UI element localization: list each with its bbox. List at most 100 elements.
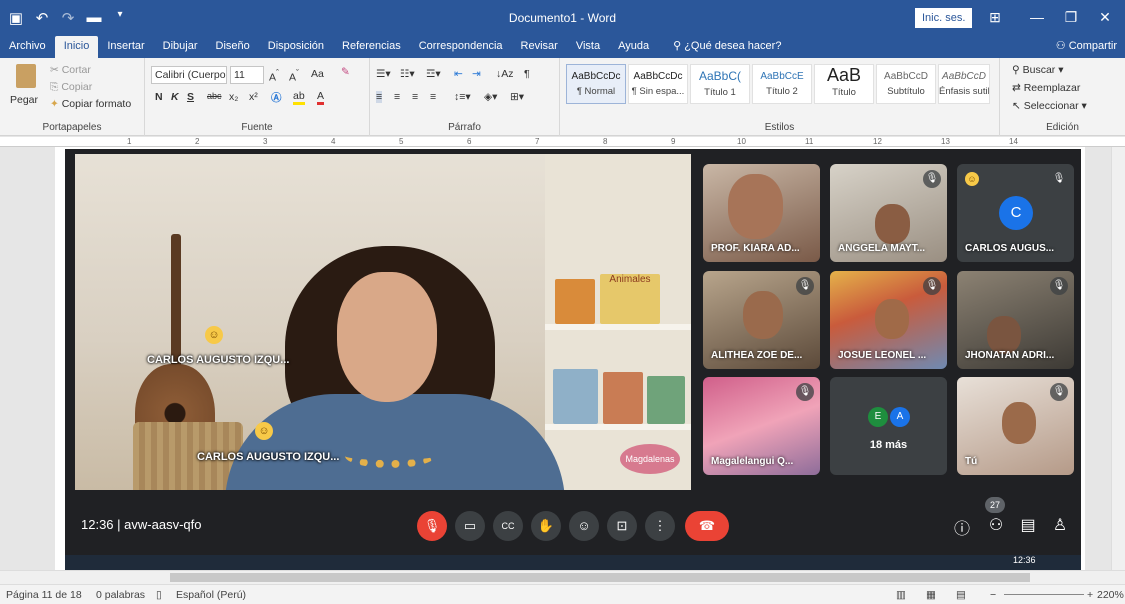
self-view-tile[interactable]: 🎙 Tú [957, 377, 1074, 475]
zoom-in-button[interactable]: + [1087, 589, 1093, 601]
meeting-info: 12:36 | avw-aasv-qfo [81, 517, 201, 532]
pasted-meet-screenshot[interactable]: Animales Magdalenas ☺ CARLOS AUGUSTO IZQ… [65, 149, 1081, 570]
style-subtle-emphasis[interactable]: AaBbCcD Énfasis sutil [938, 64, 990, 104]
justify-icon[interactable]: ≡ [430, 91, 436, 103]
style-subtitle[interactable]: AaBbCcD Subtítulo [876, 64, 936, 104]
show-marks-icon[interactable]: ¶ [524, 68, 530, 80]
style-normal[interactable]: AaBbCcDc ¶ Normal [566, 64, 626, 104]
align-left-icon[interactable]: ≡ [376, 91, 383, 103]
highlight-icon[interactable]: ab [293, 90, 305, 105]
language[interactable]: Español (Perú) [176, 589, 246, 601]
decrease-indent-icon[interactable]: ⇤ [454, 68, 463, 80]
participant-tile[interactable]: 🎙 ALITHEA ZOE DE... [703, 271, 820, 369]
sort-icon[interactable]: ↓Az [496, 68, 514, 80]
bullets-icon[interactable]: ☰▾ [376, 68, 391, 80]
vertical-scrollbar[interactable] [1111, 147, 1125, 570]
tab-insertar[interactable]: Insertar [98, 36, 153, 58]
word-count[interactable]: 0 palabras [96, 589, 145, 601]
paste-button[interactable]: Pegar [10, 94, 38, 106]
font-name-combo[interactable]: Calibri (Cuerpo [151, 66, 227, 84]
clear-format-icon[interactable]: ✎ [341, 66, 350, 78]
tab-disposicion[interactable]: Disposición [259, 36, 333, 58]
grow-font-button[interactable]: Aˆ [269, 68, 279, 84]
find-button[interactable]: ⚲ Buscar ▾ [1012, 64, 1064, 76]
tab-referencias[interactable]: Referencias [333, 36, 410, 58]
participant-tile[interactable]: PROF. KIARA AD... [703, 164, 820, 262]
tab-correspondencia[interactable]: Correspondencia [410, 36, 512, 58]
chat-icon[interactable]: ▤ [1017, 515, 1039, 535]
line-spacing-icon[interactable]: ↕≡▾ [454, 91, 471, 103]
zoom-level[interactable]: 220% [1097, 589, 1124, 601]
align-center-icon[interactable]: ≡ [394, 91, 400, 103]
align-right-icon[interactable]: ≡ [412, 91, 418, 103]
tab-diseno[interactable]: Diseño [207, 36, 259, 58]
strikethrough-button[interactable]: abc [207, 91, 222, 101]
mic-off-button[interactable]: 🎙 [417, 511, 447, 541]
change-case-button[interactable]: Aa [311, 68, 324, 80]
cut-button[interactable]: ✂ Cortar [50, 64, 91, 76]
select-button[interactable]: ↖ Seleccionar ▾ [1012, 100, 1087, 112]
shrink-font-button[interactable]: Aˇ [289, 68, 299, 84]
captions-button[interactable]: CC [493, 511, 523, 541]
ruler[interactable]: 1 2 3 4 5 6 7 8 9 10 11 12 13 14 [0, 137, 1125, 147]
print-layout-icon[interactable]: ▦ [926, 589, 936, 601]
activities-icon[interactable]: ♙ [1049, 515, 1071, 535]
shading-icon[interactable]: ◈▾ [484, 91, 497, 103]
present-button[interactable]: ⊡ [607, 511, 637, 541]
share-button[interactable]: ⚇ Compartir [1056, 39, 1117, 52]
style-heading-1[interactable]: AaBbC( Título 1 [690, 64, 750, 104]
tell-me-box[interactable]: ⚲ ¿Qué desea hacer? [664, 36, 790, 58]
close-button[interactable]: ✕ [1095, 9, 1115, 26]
tab-inicio[interactable]: Inicio [54, 36, 99, 58]
ribbon-display-options-icon[interactable]: ⊞ [985, 9, 1005, 26]
tab-vista[interactable]: Vista [567, 36, 609, 58]
page-count[interactable]: Página 11 de 18 [6, 589, 82, 601]
style-title[interactable]: AaB Título [814, 64, 874, 104]
participant-tile[interactable]: 🎙 ANGGELA MAYT... [830, 164, 947, 262]
style-no-spacing[interactable]: AaBbCcDc ¶ Sin espa... [628, 64, 688, 104]
tab-dibujar[interactable]: Dibujar [154, 36, 207, 58]
emoji-button[interactable]: ☺ [569, 511, 599, 541]
zoom-out-button[interactable]: − [990, 589, 996, 601]
web-layout-icon[interactable]: ▤ [956, 589, 966, 601]
copy-button[interactable]: ⎘ Copiar [50, 81, 92, 94]
tab-revisar[interactable]: Revisar [512, 36, 567, 58]
superscript-button[interactable]: x² [249, 91, 258, 103]
bold-button[interactable]: N [155, 91, 163, 103]
font-size-combo[interactable]: 11 [230, 66, 264, 84]
sign-in-button[interactable]: Inic. ses. [915, 8, 973, 28]
minimize-button[interactable]: — [1027, 9, 1047, 25]
scroll-thumb[interactable] [170, 573, 1030, 582]
text-effects-icon[interactable]: Ⓐ [271, 90, 282, 105]
camera-button[interactable]: ▭ [455, 511, 485, 541]
style-heading-2[interactable]: AaBbCcE Título 2 [752, 64, 812, 104]
more-options-button[interactable]: ⋮ [645, 511, 675, 541]
read-mode-icon[interactable]: ▥ [896, 589, 906, 601]
proofing-icon[interactable]: ▯ [156, 589, 162, 601]
zoom-slider[interactable] [1004, 594, 1084, 595]
people-icon[interactable]: ⚇ [985, 515, 1007, 535]
tab-archivo[interactable]: Archivo [0, 36, 55, 58]
italic-button[interactable]: K [171, 91, 179, 103]
more-participants-tile[interactable]: E A 18 más [830, 377, 947, 475]
maximize-button[interactable]: ❐ [1061, 9, 1081, 26]
tab-ayuda[interactable]: Ayuda [609, 36, 658, 58]
replace-button[interactable]: ⇄ Reemplazar [1012, 82, 1080, 94]
participant-tile[interactable]: 🎙 Magalelangui Q... [703, 377, 820, 475]
leave-call-button[interactable]: ☎ [685, 511, 729, 541]
format-painter-button[interactable]: ✦ Copiar formato [50, 98, 131, 110]
increase-indent-icon[interactable]: ⇥ [472, 68, 481, 80]
paste-icon[interactable] [16, 64, 36, 88]
participant-tile[interactable]: 🎙 JHONATAN ADRI... [957, 271, 1074, 369]
horizontal-scrollbar[interactable] [0, 570, 1125, 584]
meeting-details-icon[interactable]: ⓘ [951, 515, 973, 539]
participant-tile[interactable]: ☺ 🎙 C CARLOS AUGUS... [957, 164, 1074, 262]
borders-icon[interactable]: ⊞▾ [510, 91, 524, 103]
multilevel-list-icon[interactable]: ☲▾ [426, 68, 441, 80]
participant-tile[interactable]: 🎙 JOSUE LEONEL ... [830, 271, 947, 369]
font-color-icon[interactable]: A [317, 90, 325, 105]
raise-hand-button[interactable]: ✋ [531, 511, 561, 541]
underline-button[interactable]: S [187, 91, 194, 103]
subscript-button[interactable]: x₂ [229, 91, 238, 103]
numbering-icon[interactable]: ☷▾ [400, 68, 415, 80]
